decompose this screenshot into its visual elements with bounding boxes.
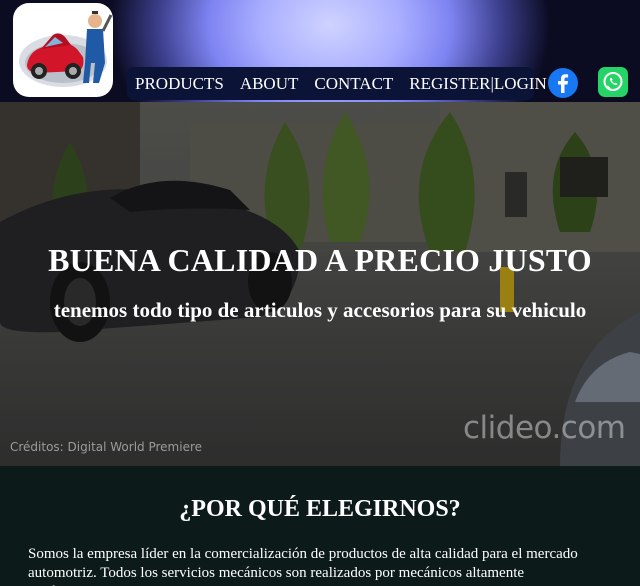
video-credits: Créditos: Digital World Premiere xyxy=(10,440,203,454)
site-header: PRODUCTS ABOUT CONTACT REGISTER|LOGIN xyxy=(0,0,640,102)
why-us-section: ¿POR QUÉ ELEGIRNOS? Somos la empresa líd… xyxy=(0,466,640,586)
nav-products-link[interactable]: PRODUCTS xyxy=(135,74,224,94)
video-watermark: clideo.com xyxy=(463,410,626,446)
hero-banner: BUENA CALIDAD A PRECIO JUSTO tenemos tod… xyxy=(0,102,640,466)
nav-contact-link[interactable]: CONTACT xyxy=(314,74,393,94)
why-us-title: ¿POR QUÉ ELEGIRNOS? xyxy=(179,496,461,522)
logo[interactable] xyxy=(13,3,113,97)
logo-mechanic-car-image xyxy=(19,11,113,87)
hero-title: BUENA CALIDAD A PRECIO JUSTO xyxy=(48,242,592,278)
why-us-text: Somos la empresa líder en la comercializ… xyxy=(28,546,578,586)
hero-subtitle: tenemos todo tipo de articulos y accesor… xyxy=(53,298,587,322)
nav-about-link[interactable]: ABOUT xyxy=(240,74,299,94)
main-nav: PRODUCTS ABOUT CONTACT REGISTER|LOGIN xyxy=(127,67,547,100)
nav-register-login-link[interactable]: REGISTER|LOGIN xyxy=(409,74,547,94)
facebook-icon[interactable] xyxy=(548,68,578,98)
whatsapp-icon[interactable] xyxy=(598,67,628,97)
